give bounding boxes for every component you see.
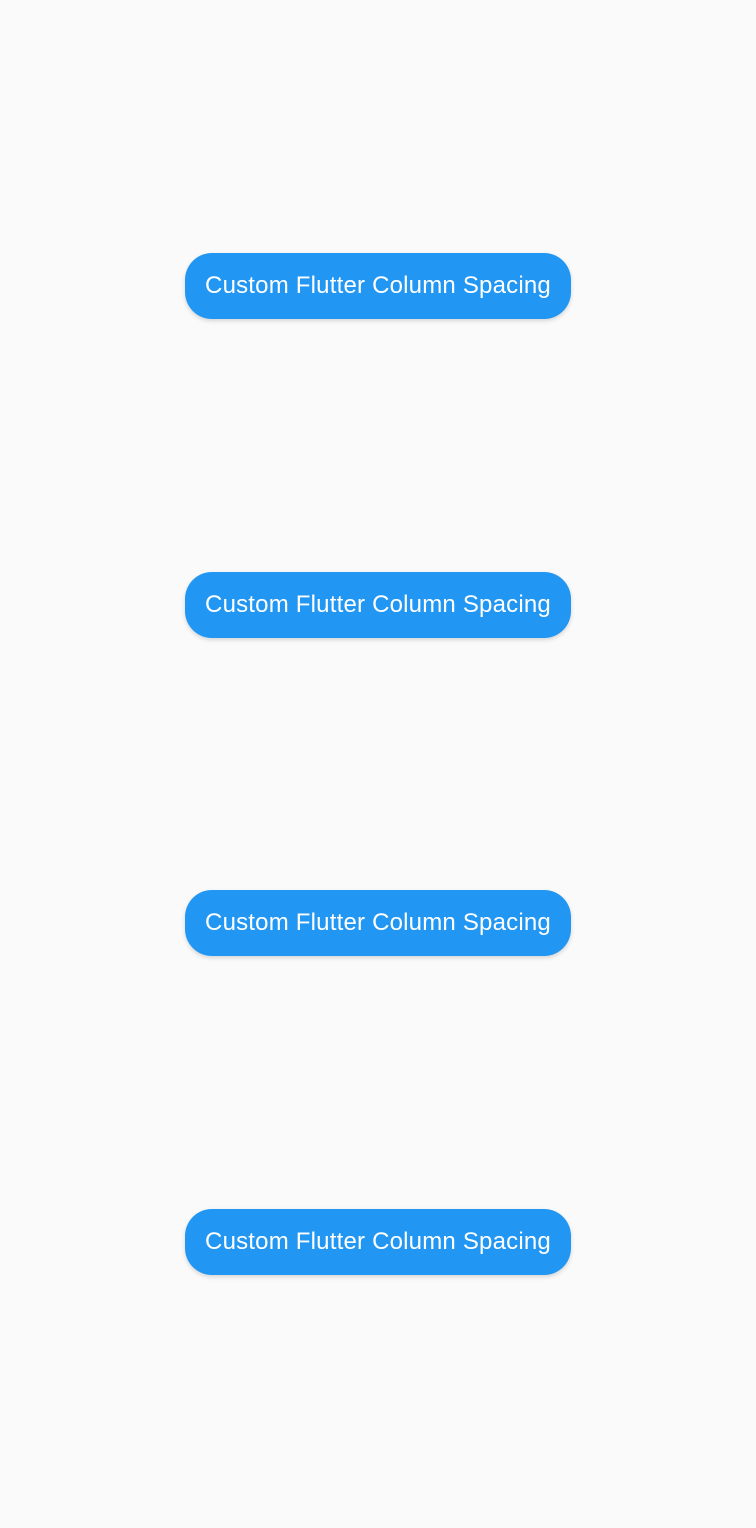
spacing-button-4[interactable]: Custom Flutter Column Spacing: [185, 1209, 571, 1275]
column-container: Custom Flutter Column Spacing Custom Flu…: [0, 0, 756, 1528]
spacing-button-1[interactable]: Custom Flutter Column Spacing: [185, 253, 571, 319]
spacing-button-2[interactable]: Custom Flutter Column Spacing: [185, 572, 571, 638]
spacing-button-3[interactable]: Custom Flutter Column Spacing: [185, 890, 571, 956]
